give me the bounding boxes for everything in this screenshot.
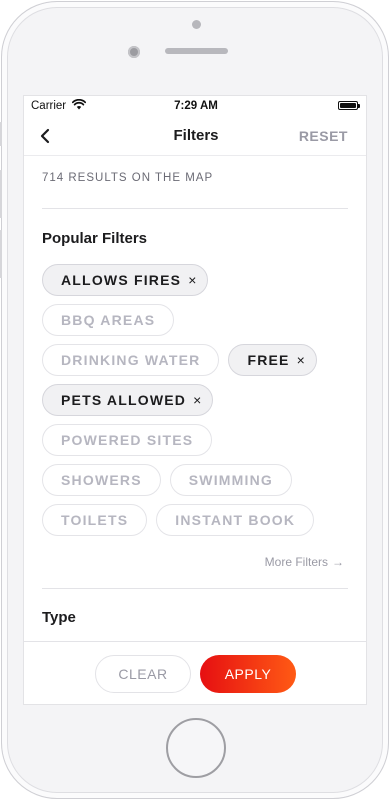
filter-chip-label: INSTANT BOOK — [175, 512, 296, 528]
filter-chip-label: DRINKING WATER — [61, 352, 201, 368]
remove-icon[interactable]: × — [297, 352, 305, 368]
divider — [42, 588, 348, 589]
filter-chip-label: FREE — [247, 352, 290, 368]
filter-chip[interactable]: PETS ALLOWED × — [42, 384, 214, 416]
more-filters-link[interactable]: More Filters → — [265, 555, 344, 569]
filter-chip-label: SWIMMING — [188, 472, 274, 488]
filter-chip[interactable]: SWIMMING — [169, 464, 293, 496]
arrow-right-icon: → — [332, 555, 344, 569]
mute-switch — [0, 122, 2, 146]
app-screen: Carrier 7:29 AM Filters RESET 714 RESULT… — [23, 95, 367, 705]
status-bar: Carrier 7:29 AM — [24, 96, 366, 116]
results-count: 714 RESULTS ON THE MAP — [42, 172, 214, 184]
volume-down-button — [0, 230, 2, 278]
chip-row: POWERED SITES — [42, 424, 352, 456]
popular-filters-chips: ALLOWS FIRES × BBQ AREAS DRINKING WATER FREE… — [42, 264, 352, 544]
filter-chip-label: PETS ALLOWED — [61, 392, 187, 408]
navigation-bar: Filters RESET — [24, 116, 366, 156]
chip-row: BBQ AREAS — [42, 304, 352, 336]
filter-chip-label: SHOWERS — [61, 472, 142, 488]
footer-bar: CLEAR APPLY — [24, 641, 366, 704]
more-filters-label: More Filters — [264, 555, 328, 569]
front-camera-icon — [128, 46, 140, 58]
battery-icon — [338, 101, 360, 110]
filter-chip-label: ALLOWS FIRES — [61, 272, 182, 288]
volume-up-button — [0, 170, 2, 218]
chip-row: DRINKING WATER FREE × — [42, 344, 352, 376]
remove-icon[interactable]: × — [193, 392, 201, 408]
filter-chip[interactable]: INSTANT BOOK — [156, 504, 315, 536]
filter-chip-label: TOILETS — [61, 512, 129, 528]
filter-chip[interactable]: DRINKING WATER — [42, 344, 220, 376]
filter-chip[interactable]: POWERED SITES — [42, 424, 213, 456]
apply-button[interactable]: APPLY — [200, 655, 296, 693]
filter-chip[interactable]: ALLOWS FIRES × — [42, 264, 209, 296]
earpiece-speaker — [165, 48, 228, 54]
reset-button[interactable]: RESET — [299, 128, 348, 144]
filter-chip[interactable]: FREE × — [228, 344, 317, 376]
clear-button[interactable]: CLEAR — [95, 655, 191, 693]
divider — [42, 208, 348, 209]
remove-icon[interactable]: × — [188, 272, 196, 288]
sensor-icon — [192, 20, 201, 29]
chevron-left-icon — [40, 128, 50, 144]
chip-row: PETS ALLOWED × — [42, 384, 352, 416]
filter-chip[interactable]: TOILETS — [42, 504, 148, 536]
type-section-title: Type — [42, 609, 76, 626]
popular-filters-title: Popular Filters — [42, 230, 148, 247]
filter-chip[interactable]: SHOWERS — [42, 464, 161, 496]
filter-chip-label: POWERED SITES — [61, 432, 194, 448]
clock: 7:29 AM — [174, 100, 218, 112]
chip-row: SHOWERS SWIMMING — [42, 464, 352, 496]
home-button[interactable] — [166, 718, 226, 778]
filter-chip[interactable]: BBQ AREAS — [42, 304, 175, 336]
chip-row: ALLOWS FIRES × — [42, 264, 352, 296]
back-button[interactable] — [36, 125, 58, 147]
filter-chip-label: BBQ AREAS — [61, 312, 156, 328]
chip-row: TOILETS INSTANT BOOK — [42, 504, 352, 536]
